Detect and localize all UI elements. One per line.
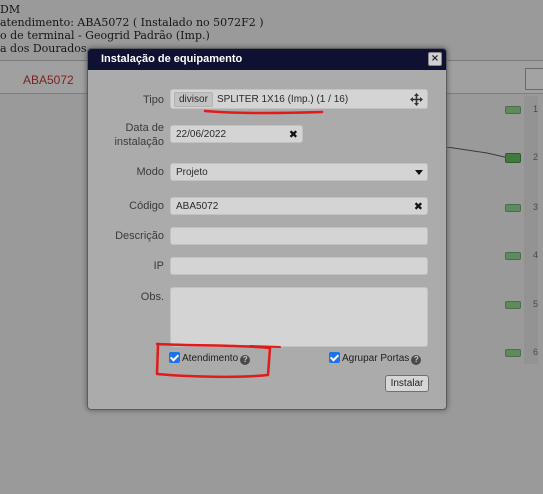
port-6[interactable]: 6	[505, 347, 543, 359]
atendimento-checkbox-row[interactable]: Atendimento?	[169, 352, 251, 366]
port-4[interactable]: 4	[505, 250, 543, 262]
header-line-3: o de terminal - Geogrid Padrão (Imp.)	[0, 29, 210, 42]
agrupar-portas-label: Agrupar Portas	[342, 353, 410, 364]
help-icon[interactable]: ?	[240, 355, 251, 365]
port-5[interactable]: 5	[505, 299, 543, 311]
ip-field[interactable]	[170, 257, 428, 275]
install-date-field[interactable]: 22/06/2022 ✖	[170, 125, 303, 143]
descricao-field[interactable]	[170, 227, 428, 245]
close-button[interactable]: ×	[428, 52, 442, 66]
install-equipment-dialog: Instalação de equipamento × Tipo divisor…	[87, 48, 447, 410]
install-date-value: 22/06/2022	[176, 129, 227, 140]
modo-select[interactable]: Projeto	[170, 163, 428, 181]
clear-code-icon[interactable]: ✖	[414, 200, 423, 213]
help-icon[interactable]: ?	[411, 355, 422, 365]
move-icon[interactable]	[410, 93, 423, 106]
port-plug-icon	[505, 349, 521, 357]
port-3[interactable]: 3	[505, 202, 543, 214]
port-plug-icon	[505, 252, 521, 260]
atendimento-label: Atendimento	[182, 353, 239, 364]
port-plug-icon	[505, 106, 521, 114]
atendimento-checkbox[interactable]	[169, 352, 180, 363]
clear-date-icon[interactable]: ✖	[289, 128, 298, 141]
modo-label: Modo	[136, 166, 164, 178]
codigo-value: ABA5072	[176, 201, 219, 212]
port-strip	[524, 96, 538, 364]
header-line-1: DM	[0, 3, 21, 16]
tipo-label: Tipo	[143, 94, 164, 106]
port-plug-icon	[505, 301, 521, 309]
tipo-field[interactable]: divisor SPLITER 1X16 (Imp.) (1 / 16)	[170, 89, 428, 109]
chevron-down-icon	[415, 170, 423, 175]
agrupar-portas-checkbox[interactable]	[329, 352, 340, 363]
port-number: 6	[533, 347, 539, 357]
port-number: 4	[533, 250, 539, 260]
port-plug-icon	[505, 153, 521, 163]
port-plug-icon	[505, 204, 521, 212]
tab-equipment-code[interactable]: ABA5072	[23, 73, 74, 87]
tipo-value: SPLITER 1X16 (Imp.) (1 / 16)	[217, 94, 349, 105]
obs-label: Obs.	[140, 291, 164, 303]
port-number: 5	[533, 299, 539, 309]
codigo-label: Código	[129, 200, 164, 212]
dialog-title: Instalação de equipamento	[88, 49, 446, 70]
obs-textarea[interactable]	[170, 287, 428, 347]
ip-label: IP	[153, 260, 164, 272]
install-button[interactable]: Instalar	[385, 375, 429, 392]
port-number: 2	[533, 152, 539, 162]
header-line-4: a dos Dourados	[0, 42, 87, 55]
descricao-label: Descrição	[115, 230, 164, 242]
install-date-label-line2: instalação	[114, 136, 164, 148]
install-date-label-line1: Data de	[125, 122, 164, 134]
port-1[interactable]: 1	[505, 104, 543, 116]
agrupar-portas-checkbox-row[interactable]: Agrupar Portas?	[329, 352, 422, 366]
tipo-badge: divisor	[174, 92, 213, 107]
codigo-field[interactable]: ABA5072 ✖	[170, 197, 428, 215]
connection-line	[447, 147, 509, 159]
background-right-box	[525, 68, 543, 90]
header-line-2: atendimento: ABA5072 ( Instalado no 5072…	[0, 16, 264, 29]
port-number: 1	[533, 104, 539, 114]
port-2[interactable]: 2	[505, 152, 543, 164]
port-number: 3	[533, 202, 539, 212]
modo-value: Projeto	[176, 167, 208, 178]
